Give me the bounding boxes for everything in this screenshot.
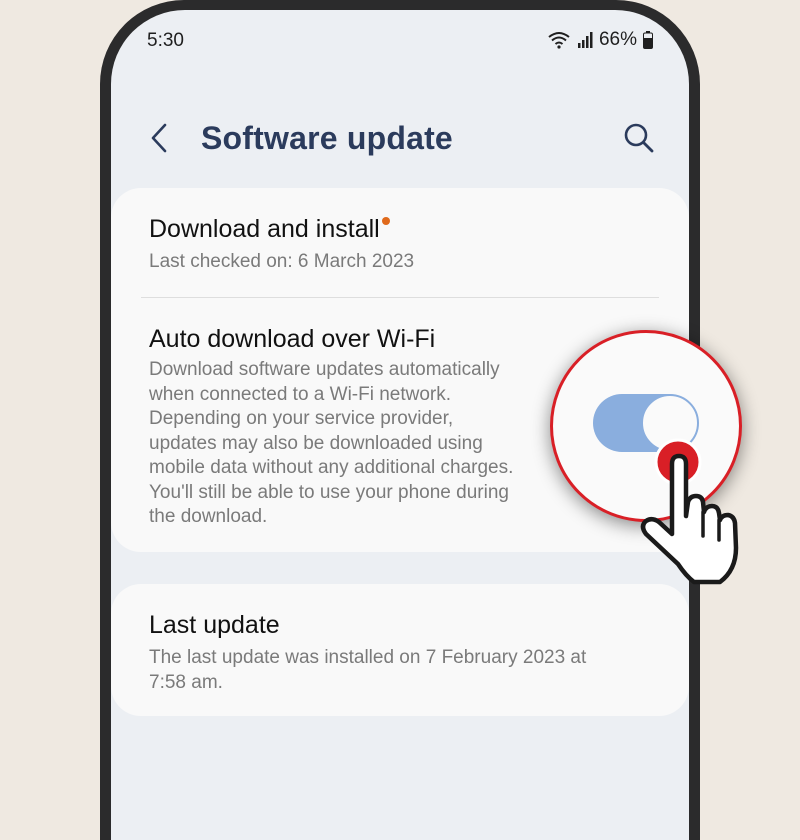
download-and-install-title: Download and install <box>149 215 380 243</box>
last-update-description: The last update was installed on 7 Febru… <box>149 646 586 695</box>
desc-line: Depending on your service provider, <box>149 408 454 429</box>
last-update-card[interactable]: Last update The last update was installe… <box>111 584 689 716</box>
tapping-hand-icon <box>640 438 739 585</box>
download-and-install-title-wrap: Download and install <box>149 215 390 244</box>
last-update-title: Last update <box>149 611 280 639</box>
desc-line: the download. <box>149 506 268 527</box>
wifi-icon <box>548 32 570 49</box>
desc-line: You'll still be able to use your phone d… <box>149 481 509 503</box>
desc-line: The last update was installed on 7 Febru… <box>149 647 587 668</box>
battery-percent: 66% <box>598 29 637 50</box>
last-checked-text: Last checked on: 6 March 2023 <box>149 251 415 272</box>
battery-icon <box>643 31 653 49</box>
status-time: 5:30 <box>147 30 184 51</box>
status-right: 66% <box>547 29 653 51</box>
status-bar: 5:30 66% <box>111 10 689 70</box>
desc-line: when connected to a Wi-Fi network. <box>149 383 452 405</box>
signal-icon <box>577 32 593 48</box>
back-arrow-icon[interactable] <box>147 122 171 154</box>
page-title: Software update <box>201 120 453 156</box>
download-and-install-row[interactable]: Download and install Last checked on: 6 … <box>111 188 689 296</box>
auto-download-title: Auto download over Wi-Fi <box>149 325 436 353</box>
new-badge-dot <box>381 217 390 225</box>
desc-line: 7:58 am. <box>149 671 223 693</box>
desc-line: Download software updates automatically <box>149 359 500 380</box>
auto-download-description: Download software updates automatically … <box>149 358 569 530</box>
search-icon[interactable] <box>623 122 655 154</box>
desc-line: updates may also be downloaded using <box>149 432 483 454</box>
desc-line: mobile data without any additional charg… <box>149 457 514 478</box>
app-bar: Software update <box>111 110 689 170</box>
